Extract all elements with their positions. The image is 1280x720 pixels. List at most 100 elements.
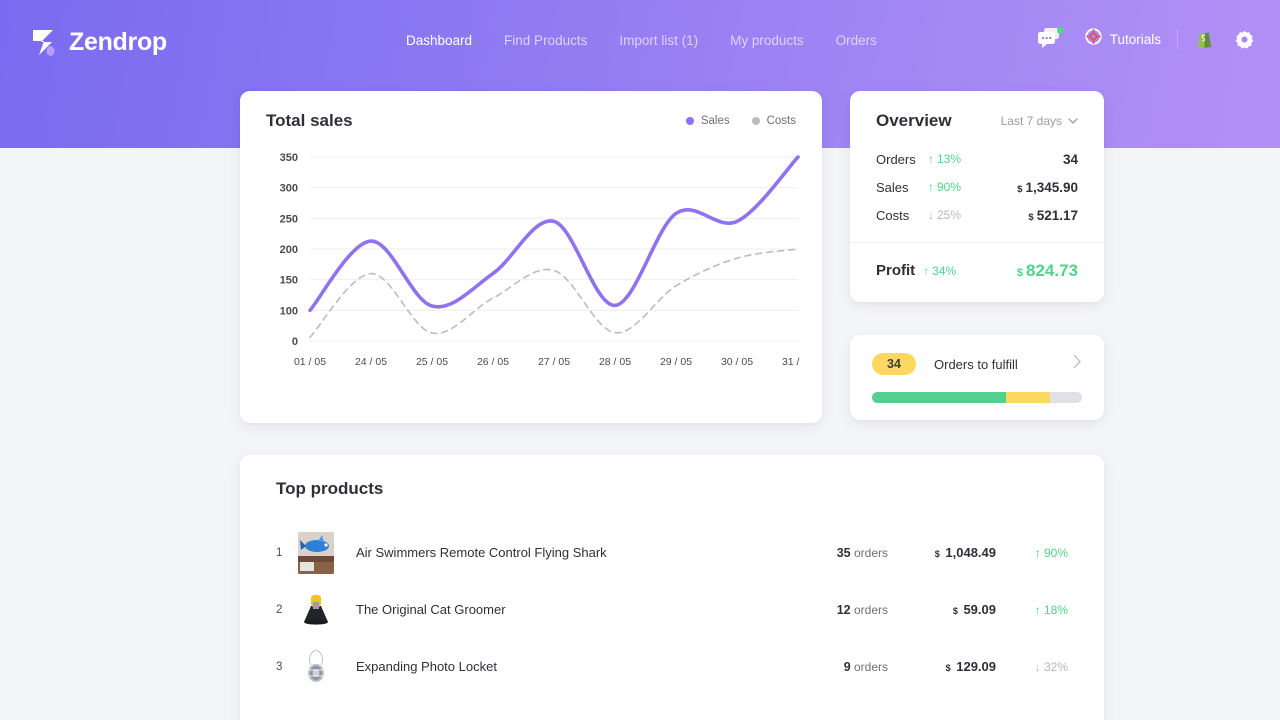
- brand-logo[interactable]: Zendrop: [30, 27, 167, 57]
- orders-to-fulfill-header: 34 Orders to fulfill: [850, 335, 1104, 375]
- gear-icon[interactable]: [1235, 30, 1254, 49]
- overview-value-text-costs: 521.17: [1037, 208, 1078, 223]
- overview-range-dropdown[interactable]: Last 7 days: [1001, 114, 1078, 128]
- overview-label-sales: Sales: [876, 180, 928, 195]
- nav-link-my-products[interactable]: My products: [730, 33, 804, 48]
- svg-text:100: 100: [280, 305, 298, 317]
- svg-text:300: 300: [280, 183, 298, 195]
- product-orders-word: orders: [854, 546, 888, 560]
- product-orders-count: 35: [837, 546, 851, 560]
- header-actions: Tutorials: [1037, 28, 1254, 50]
- primary-nav: Dashboard Find Products Import list (1) …: [406, 33, 909, 48]
- currency-symbol: $: [935, 549, 940, 559]
- tutorials-button[interactable]: Tutorials: [1085, 28, 1161, 50]
- table-row[interactable]: 1 Air Swimmers Remote Control Flying Sha…: [240, 524, 1104, 581]
- progress-segment-yellow: [1006, 392, 1050, 403]
- legend-label-sales: Sales: [701, 115, 730, 127]
- overview-metric-rows: Orders ↑ 13% 34 Sales ↑ 90% $ 1,345.90: [850, 131, 1104, 229]
- svg-text:350: 350: [280, 152, 298, 164]
- sales-chart-svg: 010015020025030035001 / 0524 / 0525 / 05…: [260, 147, 802, 377]
- total-sales-header: Total sales Sales Costs: [240, 91, 822, 131]
- zendrop-logo-icon: [30, 27, 58, 57]
- product-rank: 1: [276, 547, 298, 559]
- svg-text:25 / 05: 25 / 05: [416, 356, 448, 368]
- flying-shark-thumbnail: [298, 532, 334, 574]
- overview-title: Overview: [876, 111, 952, 131]
- overview-row-sales: Sales ↑ 90% $ 1,345.90: [876, 173, 1078, 201]
- overview-header: Overview Last 7 days: [850, 91, 1104, 131]
- arrow-up-icon: ↑: [923, 264, 929, 278]
- product-delta-value: 90%: [1044, 546, 1068, 560]
- orders-progress-bar: [872, 392, 1082, 403]
- orders-to-fulfill-card[interactable]: 34 Orders to fulfill: [850, 335, 1104, 420]
- overview-value-sales: $ 1,345.90: [1017, 180, 1078, 195]
- currency-symbol: $: [1017, 184, 1022, 195]
- product-price-value: 59.09: [963, 602, 996, 617]
- arrow-up-icon: ↑: [928, 180, 934, 194]
- svg-text:26 / 05: 26 / 05: [477, 356, 509, 368]
- overview-delta-value-costs: 25%: [937, 208, 961, 222]
- legend-label-costs: Costs: [767, 115, 796, 127]
- shopify-bag-icon[interactable]: [1196, 30, 1213, 49]
- product-name: The Original Cat Groomer: [356, 602, 792, 617]
- cat-groomer-thumbnail: [298, 589, 334, 631]
- overview-value-orders: 34: [1063, 152, 1078, 167]
- product-delta: ↑ 90%: [996, 546, 1068, 560]
- legend-dot-costs: [752, 117, 760, 125]
- product-orders-word: orders: [854, 660, 888, 674]
- arrow-down-icon: ↓: [928, 208, 934, 222]
- nav-link-find-products[interactable]: Find Products: [504, 33, 587, 48]
- product-orders-count: 12: [837, 603, 851, 617]
- overview-value-costs: $ 521.17: [1028, 208, 1078, 223]
- product-price-value: 129.09: [956, 659, 996, 674]
- nav-link-orders[interactable]: Orders: [836, 33, 877, 48]
- svg-text:30 / 05: 30 / 05: [721, 356, 753, 368]
- table-row[interactable]: 3 Expanding Photo Locket 9 order: [240, 638, 1104, 695]
- arrow-up-icon: ↑: [928, 152, 934, 166]
- sales-chart: 010015020025030035001 / 0524 / 0525 / 05…: [240, 147, 822, 377]
- svg-text:27 / 05: 27 / 05: [538, 356, 570, 368]
- top-products-list: 1 Air Swimmers Remote Control Flying Sha…: [240, 524, 1104, 695]
- svg-text:24 / 05: 24 / 05: [355, 356, 387, 368]
- table-row[interactable]: 2 The Original Cat Groomer 12 orders: [240, 581, 1104, 638]
- profit-delta: ↑ 34%: [923, 264, 956, 278]
- product-delta-value: 18%: [1044, 603, 1068, 617]
- arrow-down-icon: ↓: [1035, 660, 1041, 674]
- svg-text:150: 150: [280, 275, 298, 287]
- progress-segment-green: [872, 392, 1006, 403]
- svg-text:0: 0: [292, 336, 298, 348]
- overview-value-text-sales: 1,345.90: [1025, 180, 1078, 195]
- overview-label-orders: Orders: [876, 152, 928, 167]
- svg-text:31 / 05: 31 / 05: [782, 356, 802, 368]
- header-divider: [1177, 29, 1178, 49]
- chart-legend: Sales Costs: [686, 115, 796, 127]
- notification-badge: [1057, 27, 1064, 34]
- top-products-card: Top products 1 Air Swimmers: [240, 455, 1104, 720]
- chevron-right-icon[interactable]: [1073, 354, 1082, 374]
- legend-dot-sales: [686, 117, 694, 125]
- header-nav-row: Zendrop Dashboard Find Products Import l…: [0, 0, 1280, 84]
- chevron-down-icon: [1068, 114, 1078, 128]
- arrow-up-icon: ↑: [1035, 546, 1041, 560]
- product-rank: 2: [276, 604, 298, 616]
- brand-name: Zendrop: [69, 28, 167, 57]
- orders-to-fulfill-label: Orders to fulfill: [934, 357, 1018, 372]
- profit-value: $ 824.73: [1017, 261, 1078, 281]
- currency-symbol: $: [953, 606, 958, 616]
- svg-text:200: 200: [280, 244, 298, 256]
- lifebuoy-icon: [1085, 28, 1102, 50]
- photo-locket-thumbnail: [298, 646, 334, 688]
- legend-item-sales[interactable]: Sales: [686, 115, 730, 127]
- product-price: $ 59.09: [888, 602, 996, 617]
- dashboard-page: Zendrop Dashboard Find Products Import l…: [0, 0, 1280, 720]
- chat-bubble-icon[interactable]: [1037, 28, 1063, 50]
- total-sales-title: Total sales: [266, 111, 353, 131]
- svg-text:01 / 05: 01 / 05: [294, 356, 326, 368]
- profit-value-text: 824.73: [1026, 261, 1078, 281]
- currency-symbol: $: [1017, 267, 1023, 279]
- overview-delta-value-sales: 90%: [937, 180, 961, 194]
- legend-item-costs[interactable]: Costs: [752, 115, 796, 127]
- nav-link-import-list[interactable]: Import list (1): [619, 33, 698, 48]
- nav-link-dashboard[interactable]: Dashboard: [406, 33, 472, 48]
- overview-delta-orders: ↑ 13%: [928, 152, 961, 166]
